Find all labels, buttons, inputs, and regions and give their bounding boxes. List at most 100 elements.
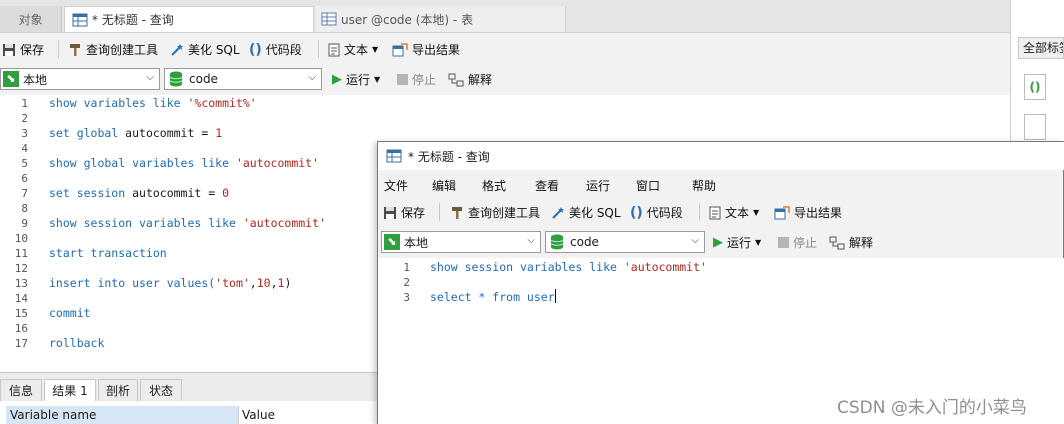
menu-edit[interactable]: 编辑 bbox=[432, 177, 456, 194]
export-results-button[interactable]: 导出结果 bbox=[774, 204, 842, 221]
connection-value: 本地 bbox=[404, 235, 429, 250]
tab-status-label: 状态 bbox=[148, 384, 173, 398]
query-builder-button[interactable]: 查询创建工具 bbox=[450, 204, 540, 221]
run-button[interactable]: ▶ 运行 ▼ bbox=[332, 71, 380, 88]
explain-label: 解释 bbox=[849, 236, 874, 250]
code-token: 'autocommit' bbox=[235, 156, 320, 170]
database-select[interactable]: code ⌵ bbox=[545, 231, 705, 253]
text-button[interactable]: 文本 ▼ bbox=[328, 41, 378, 58]
document-icon bbox=[328, 43, 340, 56]
code-line: set session autocommit = 0 bbox=[49, 186, 229, 200]
beautify-sql-button[interactable]: 美化 SQL bbox=[551, 204, 621, 221]
toolbar-divider bbox=[58, 40, 59, 58]
tab-result-1[interactable]: 结果 1 bbox=[44, 379, 96, 401]
window-titlebar[interactable]: * 无标题 - 查询 bbox=[378, 142, 1064, 170]
line-number: 4 bbox=[21, 142, 28, 155]
query-builder-label: 查询创建工具 bbox=[468, 206, 541, 220]
query-table-icon bbox=[386, 149, 402, 163]
line-number: 12 bbox=[14, 262, 28, 275]
tab-info-label: 信息 bbox=[8, 384, 33, 398]
stop-icon bbox=[397, 74, 408, 85]
code-token: 1 bbox=[215, 126, 223, 140]
menu-run[interactable]: 运行 bbox=[586, 177, 610, 194]
explain-button[interactable]: 解释 bbox=[829, 234, 873, 251]
play-icon: ▶ bbox=[713, 235, 723, 250]
snippet-item-icon[interactable] bbox=[1024, 114, 1046, 140]
play-icon: ▶ bbox=[332, 72, 342, 87]
query-builder-button[interactable]: 查询创建工具 bbox=[68, 41, 158, 58]
stop-icon bbox=[778, 237, 789, 248]
run-button[interactable]: ▶ 运行 ▼ bbox=[713, 234, 761, 251]
stop-button[interactable]: 停止 bbox=[397, 71, 436, 88]
beautify-sql-label: 美化 SQL bbox=[188, 43, 240, 57]
database-icon bbox=[169, 71, 183, 87]
code-token: , bbox=[270, 276, 278, 290]
column-header-value-label: Value bbox=[242, 408, 275, 422]
line-number: 1 bbox=[403, 261, 410, 274]
stop-label: 停止 bbox=[412, 73, 437, 87]
save-button[interactable]: 保存 bbox=[383, 204, 425, 221]
line-number: 8 bbox=[21, 202, 28, 215]
code-token: , bbox=[249, 276, 257, 290]
snippet-item-icon[interactable]: () bbox=[1024, 74, 1046, 100]
stop-button[interactable]: 停止 bbox=[778, 234, 817, 251]
stop-label: 停止 bbox=[793, 236, 818, 250]
code-token: show global variables like bbox=[49, 156, 236, 170]
all-tags-button[interactable]: 全部标签 bbox=[1018, 37, 1064, 59]
tab-query[interactable]: * 无标题 - 查询 bbox=[64, 6, 314, 32]
tab-info[interactable]: 信息 bbox=[0, 379, 42, 401]
snippet-button[interactable]: () 代码段 bbox=[630, 204, 683, 221]
tab-user-table[interactable]: user @code (本地) - 表 bbox=[316, 6, 566, 32]
code-token: set session bbox=[49, 186, 133, 200]
menu-window[interactable]: 窗口 bbox=[636, 177, 660, 194]
export-icon bbox=[392, 42, 408, 56]
line-number: 15 bbox=[14, 307, 28, 320]
save-button[interactable]: 保存 bbox=[2, 41, 44, 58]
text-cursor bbox=[555, 289, 556, 303]
code-token: autocommit = bbox=[125, 126, 216, 140]
explain-button[interactable]: 解释 bbox=[448, 71, 492, 88]
code-token: rollback bbox=[49, 336, 105, 350]
code-token: 10 bbox=[256, 276, 271, 290]
menu-view[interactable]: 查看 bbox=[535, 177, 559, 194]
export-results-button[interactable]: 导出结果 bbox=[392, 41, 460, 58]
menu-file[interactable]: 文件 bbox=[384, 177, 408, 194]
run-label: 运行 bbox=[727, 236, 752, 250]
chevron-down-icon: ⌵ bbox=[527, 235, 535, 246]
tab-profile[interactable]: 剖析 bbox=[98, 379, 138, 401]
code-line: commit bbox=[49, 306, 91, 320]
hammer-icon bbox=[452, 206, 462, 219]
window-title: * 无标题 - 查询 bbox=[408, 149, 490, 164]
column-header-variable-name[interactable]: Variable name bbox=[6, 406, 238, 424]
beautify-sql-button[interactable]: 美化 SQL bbox=[170, 41, 240, 58]
tab-status[interactable]: 状态 bbox=[140, 379, 182, 401]
column-header-value[interactable]: Value bbox=[238, 406, 378, 424]
snippet-button[interactable]: () 代码段 bbox=[249, 41, 302, 58]
toolbar-divider bbox=[318, 40, 319, 58]
explain-label: 解释 bbox=[468, 73, 493, 87]
hammer-icon bbox=[70, 43, 80, 56]
line-number: 7 bbox=[21, 187, 28, 200]
line-number: 10 bbox=[14, 232, 28, 245]
connection-select[interactable]: ⬊ 本地 ⌵ bbox=[381, 231, 541, 253]
code-token: start transaction bbox=[49, 246, 167, 260]
code-token: 0 bbox=[222, 186, 230, 200]
chevron-down-icon: ⌵ bbox=[146, 72, 154, 83]
code-token: select * from user bbox=[430, 290, 555, 304]
line-number: 16 bbox=[14, 322, 28, 335]
line-number: 14 bbox=[14, 292, 28, 305]
code-line: insert into user values('tom',10,1) bbox=[49, 276, 291, 290]
tab-objects[interactable]: 对象 bbox=[0, 6, 62, 32]
tab-result-1-label: 结果 1 bbox=[52, 384, 88, 398]
menu-help[interactable]: 帮助 bbox=[692, 177, 716, 194]
database-select[interactable]: code ⌵ bbox=[164, 68, 322, 90]
text-button[interactable]: 文本 ▼ bbox=[709, 204, 759, 221]
code-token: 'autocommit' bbox=[623, 260, 707, 274]
connection-select[interactable]: ⬊ 本地 ⌵ bbox=[0, 68, 160, 90]
line-number: 5 bbox=[21, 157, 28, 170]
menu-format[interactable]: 格式 bbox=[482, 177, 506, 194]
toolbar-divider bbox=[699, 203, 700, 221]
line-number: 3 bbox=[21, 127, 28, 140]
export-results-label: 导出结果 bbox=[794, 206, 843, 220]
code-token: show variables like bbox=[49, 96, 188, 110]
